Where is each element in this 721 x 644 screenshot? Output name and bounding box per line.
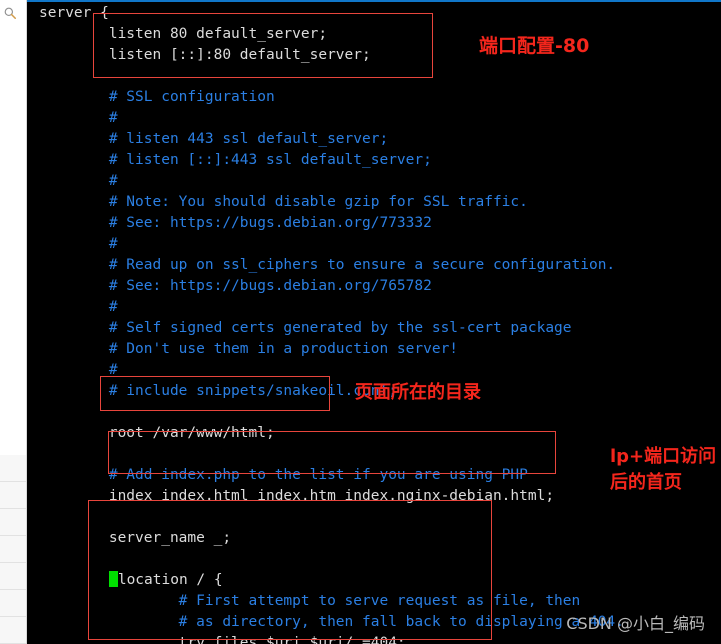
config-line bbox=[27, 549, 721, 570]
config-line: # See: https://bugs.debian.org/765782 bbox=[39, 278, 432, 294]
config-line bbox=[27, 402, 721, 423]
config-line: # listen 443 ssl default_server; bbox=[39, 131, 389, 147]
config-line: root /var/www/html; bbox=[39, 425, 275, 441]
config-line: # bbox=[39, 110, 118, 126]
background-row bbox=[0, 482, 26, 509]
config-line: listen [::]:80 default_server; bbox=[39, 47, 371, 63]
config-line: try_files $uri $uri/ =404; bbox=[39, 635, 406, 644]
text-cursor bbox=[108, 571, 118, 587]
config-line: server { bbox=[39, 5, 109, 21]
background-row bbox=[0, 563, 26, 590]
search-icon bbox=[4, 7, 17, 20]
terminal-window[interactable]: server { listen 80 default_server; liste… bbox=[27, 0, 721, 644]
config-line: # See: https://bugs.debian.org/773332 bbox=[39, 215, 432, 231]
annotation-label-root: 页面所在的目录 bbox=[355, 382, 481, 403]
config-line: # bbox=[39, 236, 118, 252]
config-line: listen 80 default_server; bbox=[39, 26, 328, 42]
background-row bbox=[0, 617, 26, 644]
annotation-label-port: 端口配置-80 bbox=[479, 35, 590, 57]
config-line bbox=[27, 507, 721, 528]
config-line: # Note: You should disable gzip for SSL … bbox=[39, 194, 528, 210]
annotation-label-index: lp+端口访问 后的首页 bbox=[610, 446, 717, 493]
background-row bbox=[0, 590, 26, 617]
config-line: server_name _; bbox=[39, 530, 232, 546]
config-line: # listen [::]:443 ssl default_server; bbox=[39, 152, 432, 168]
screenshot-root: server { listen 80 default_server; liste… bbox=[0, 0, 721, 644]
config-line: # bbox=[39, 173, 118, 189]
csdn-watermark: CSDN @小白_编码 bbox=[566, 614, 705, 633]
config-line: # Don't use them in a production server! bbox=[39, 341, 459, 357]
config-line: # First attempt to serve request as file… bbox=[39, 593, 581, 609]
config-line: # SSL configuration bbox=[39, 89, 275, 105]
background-row bbox=[0, 455, 26, 482]
background-page-rows bbox=[0, 455, 26, 644]
config-line: location / { bbox=[27, 570, 721, 591]
config-line: # Read up on ssl_ciphers to ensure a sec… bbox=[39, 257, 616, 273]
background-row bbox=[0, 536, 26, 563]
background-row bbox=[0, 509, 26, 536]
config-line: # Self signed certs generated by the ssl… bbox=[39, 320, 572, 336]
config-line: # bbox=[39, 299, 118, 315]
background-page-strip bbox=[0, 0, 27, 644]
config-file-text[interactable]: server { listen 80 default_server; liste… bbox=[27, 3, 721, 644]
terminal-top-accent bbox=[27, 0, 721, 2]
config-line bbox=[27, 66, 721, 87]
